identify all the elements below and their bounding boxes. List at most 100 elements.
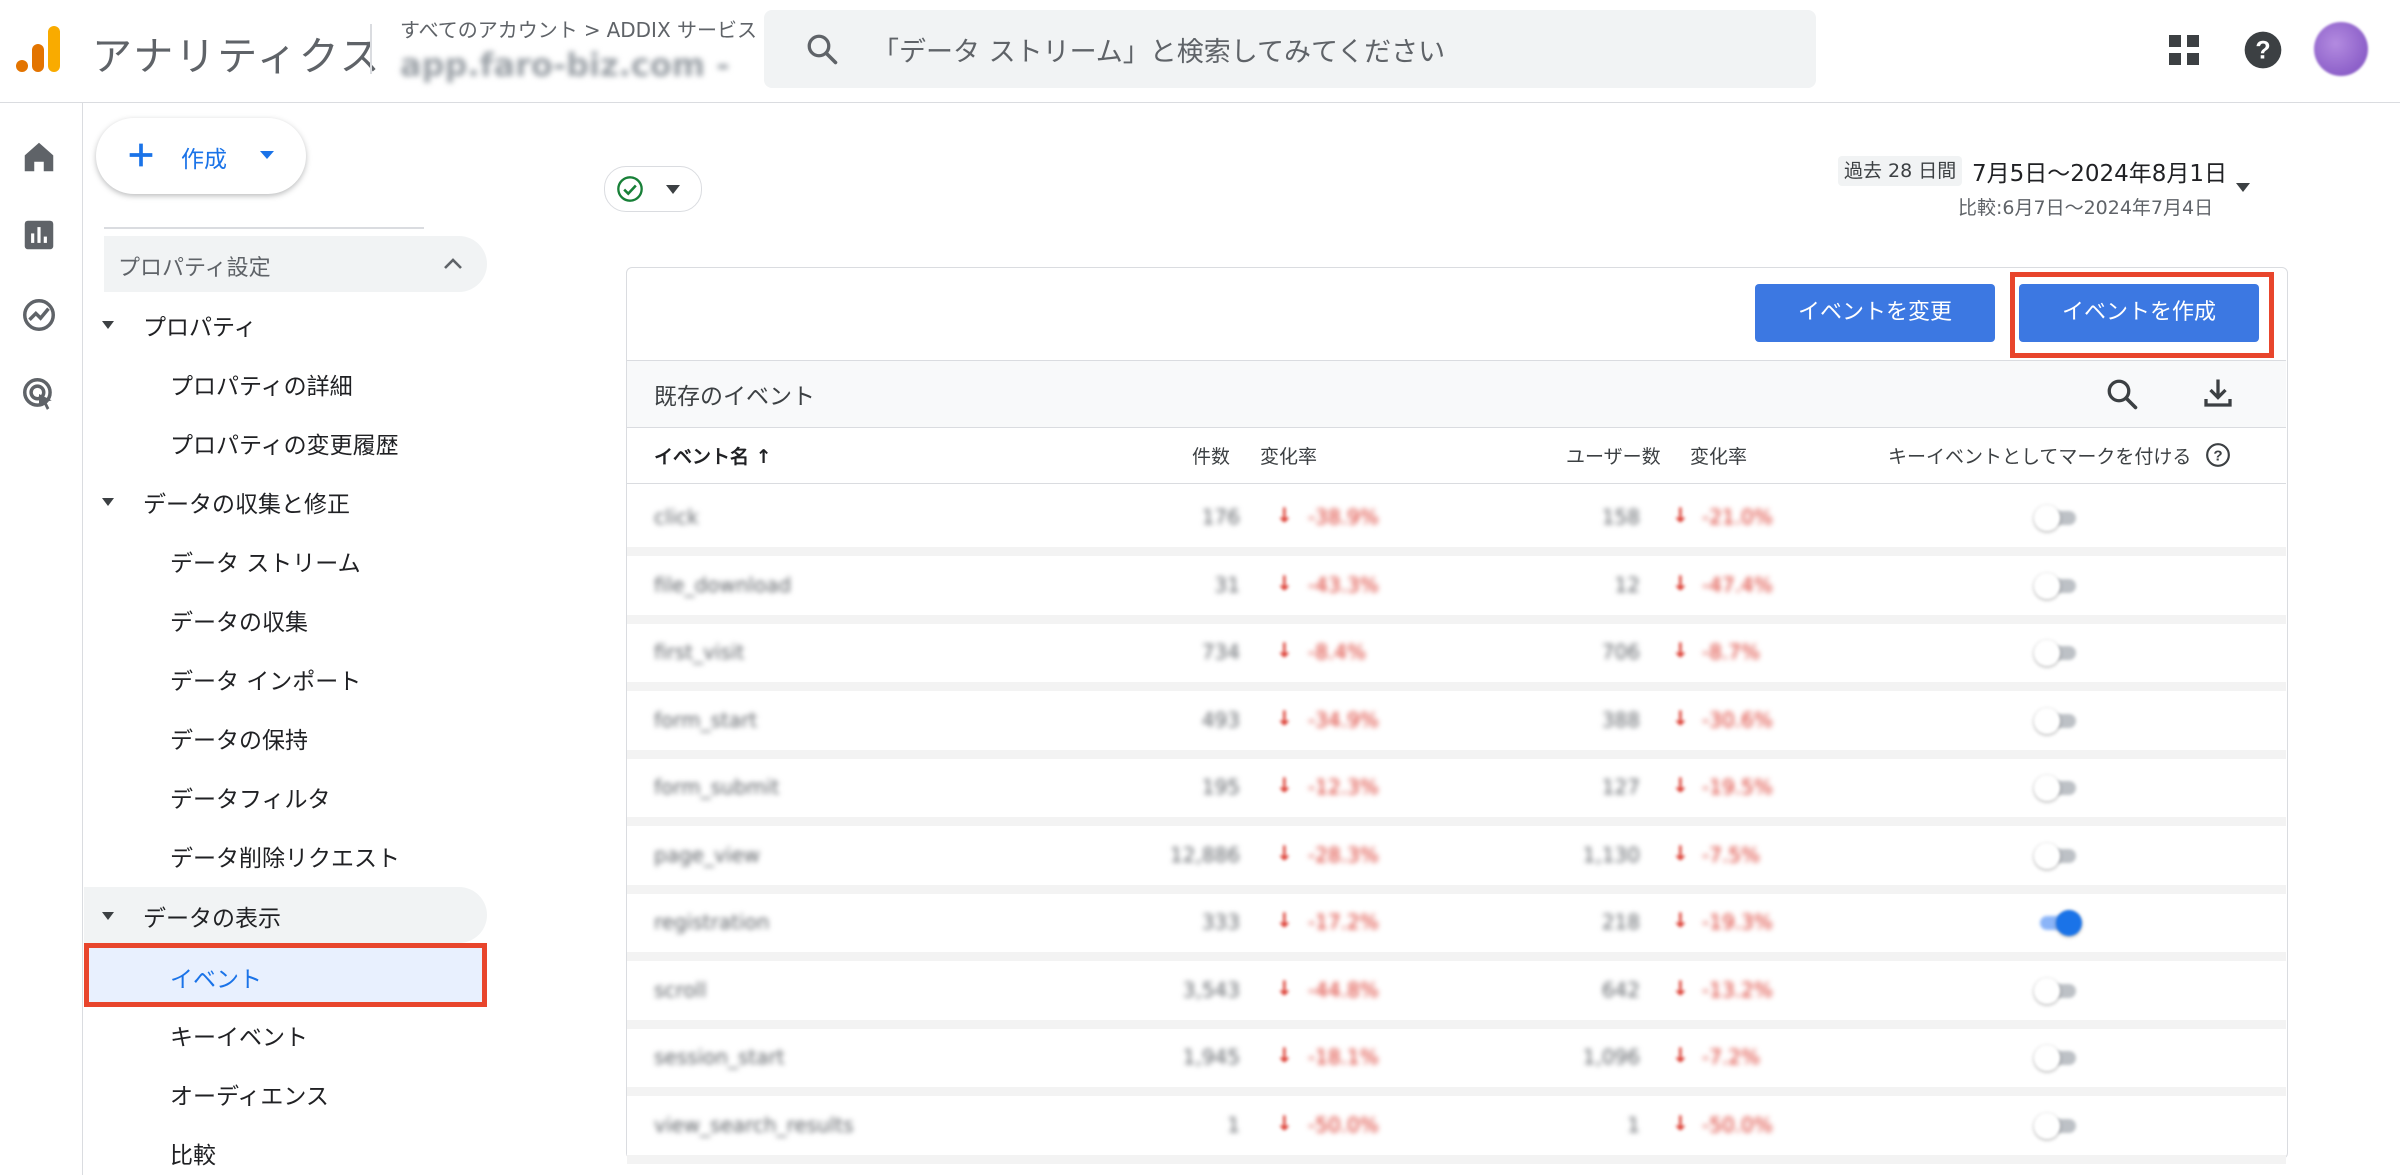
nav-item-data-deletion[interactable]: データ削除リクエスト <box>170 839 400 873</box>
existing-events-header <box>627 360 2286 428</box>
caret-down-icon[interactable] <box>102 321 114 329</box>
arrow-down-icon: ↓ <box>1276 1111 1293 1135</box>
toggle-thumb <box>2034 843 2060 869</box>
event-name-cell: first_visit <box>654 640 745 664</box>
help-icon[interactable]: ? <box>2243 30 2283 70</box>
event-name-cell: scroll <box>654 978 707 1002</box>
apps-grid-icon[interactable] <box>2166 32 2202 68</box>
breadcrumb-service[interactable]: ADDIX サービス <box>607 18 757 42</box>
nav-item-property-history[interactable]: プロパティの変更履歴 <box>170 426 399 460</box>
nav-item-data-streams[interactable]: データ ストリーム <box>170 544 361 578</box>
date-period-badge: 過去 28 日間 <box>1838 156 1963 186</box>
nav-item-events[interactable]: イベント <box>170 960 262 994</box>
column-header-change-users[interactable]: 変化率 <box>1690 442 1747 469</box>
nav-item-audiences[interactable]: オーディエンス <box>170 1077 329 1111</box>
key-event-toggle[interactable] <box>2034 639 2082 667</box>
advertising-icon[interactable] <box>20 375 58 413</box>
nav-group-data-collection[interactable]: データの収集と修正 <box>143 485 350 519</box>
users-cell: 642 <box>1601 978 1640 1002</box>
change-users-cell: -7.5% <box>1702 843 1761 867</box>
key-event-toggle[interactable] <box>2034 1044 2082 1072</box>
key-event-toggle[interactable] <box>2034 909 2082 937</box>
arrow-down-icon: ↓ <box>1672 773 1689 797</box>
arrow-down-icon: ↓ <box>1276 773 1293 797</box>
property-selector[interactable]: app.faro-biz.com - <box>400 46 730 84</box>
analytics-logo-icon[interactable] <box>14 24 62 74</box>
count-cell: 1,945 <box>1182 1045 1240 1069</box>
caret-down-icon[interactable] <box>102 498 114 506</box>
column-header-users[interactable]: ユーザー数 <box>1566 442 1661 469</box>
toggle-thumb <box>2056 910 2082 936</box>
arrow-down-icon: ↓ <box>1276 1043 1293 1067</box>
users-cell: 1,130 <box>1582 843 1640 867</box>
caret-down-icon <box>260 151 274 159</box>
caret-down-icon[interactable] <box>2236 183 2250 192</box>
key-event-toggle[interactable] <box>2034 774 2082 802</box>
change-users-cell: -19.5% <box>1702 775 1773 799</box>
property-settings-label: プロパティ設定 <box>118 256 271 281</box>
key-event-toggle[interactable] <box>2034 977 2082 1005</box>
change-count-cell: -8.4% <box>1308 640 1367 664</box>
count-cell: 12,886 <box>1170 843 1240 867</box>
event-name-cell: click <box>654 505 699 529</box>
reports-icon[interactable] <box>20 216 58 254</box>
key-event-toggle[interactable] <box>2034 1112 2082 1140</box>
search-icon[interactable] <box>2104 376 2140 412</box>
breadcrumb[interactable]: すべてのアカウント > ADDIX サービス <box>400 14 757 43</box>
key-event-toggle[interactable] <box>2034 842 2082 870</box>
breadcrumb-account[interactable]: すべてのアカウント <box>400 18 578 42</box>
change-count-cell: -28.3% <box>1308 843 1379 867</box>
chevron-up-icon[interactable] <box>442 256 464 270</box>
download-icon[interactable] <box>2200 375 2236 411</box>
nav-group-property[interactable]: プロパティ <box>143 308 257 342</box>
help-icon[interactable]: ? <box>2205 442 2231 468</box>
nav-item-property-details[interactable]: プロパティの詳細 <box>170 367 353 401</box>
nav-item-key-events[interactable]: キーイベント <box>170 1018 308 1052</box>
search-placeholder[interactable]: 「データ ストリーム」と検索してみてください <box>872 30 1445 69</box>
date-range[interactable]: 7月5日〜2024年8月1日 <box>1972 154 2227 188</box>
count-cell: 1 <box>1227 1113 1240 1137</box>
change-count-cell: -38.9% <box>1308 505 1379 529</box>
nav-group-data-display[interactable]: データの表示 <box>143 899 281 933</box>
caret-down-icon[interactable] <box>102 912 114 920</box>
avatar[interactable] <box>2314 22 2368 76</box>
column-header-change-count[interactable]: 変化率 <box>1260 442 1317 469</box>
sidebar-divider <box>104 227 424 229</box>
arrow-down-icon: ↓ <box>1672 503 1689 527</box>
modify-event-button[interactable]: イベントを変更 <box>1755 284 1995 342</box>
toggle-thumb <box>2034 505 2060 531</box>
nav-item-data-import[interactable]: データ インポート <box>170 662 361 696</box>
create-event-button[interactable]: イベントを作成 <box>2019 284 2259 342</box>
event-name-header-label: イベント名 <box>654 446 750 468</box>
count-cell: 734 <box>1201 640 1240 664</box>
event-name-cell: page_view <box>654 843 761 867</box>
nav-item-events-highlight[interactable] <box>84 943 487 1007</box>
nav-item-comparisons[interactable]: 比較 <box>170 1136 216 1170</box>
count-cell: 195 <box>1201 775 1240 799</box>
change-count-cell: -50.0% <box>1308 1113 1379 1137</box>
nav-item-data-collection[interactable]: データの収集 <box>170 603 308 637</box>
arrow-down-icon: ↓ <box>1672 976 1689 1000</box>
title-divider <box>370 24 372 74</box>
count-cell: 493 <box>1201 708 1240 732</box>
users-cell: 1,096 <box>1582 1045 1640 1069</box>
change-count-cell: -34.9% <box>1308 708 1379 732</box>
explore-icon[interactable] <box>20 296 58 334</box>
users-cell: 1 <box>1627 1113 1640 1137</box>
arrow-down-icon: ↓ <box>1276 571 1293 595</box>
column-header-event-name[interactable]: イベント名 ↑ <box>654 442 772 469</box>
users-cell: 706 <box>1601 640 1640 664</box>
toggle-thumb <box>2034 573 2060 599</box>
nav-item-data-retention[interactable]: データの保持 <box>170 721 308 755</box>
column-header-count[interactable]: 件数 <box>1192 442 1230 469</box>
toggle-thumb <box>2034 1045 2060 1071</box>
home-icon[interactable] <box>20 138 58 176</box>
app-title: アナリティクス <box>92 34 382 80</box>
key-event-toggle[interactable] <box>2034 707 2082 735</box>
nav-item-data-filters[interactable]: データフィルタ <box>170 780 331 814</box>
arrow-down-icon: ↓ <box>1672 571 1689 595</box>
key-event-toggle[interactable] <box>2034 572 2082 600</box>
compare-range[interactable]: 比較:6月7日〜2024年7月4日 <box>1958 193 2213 220</box>
create-label: 作成 <box>181 147 227 173</box>
key-event-toggle[interactable] <box>2034 504 2082 532</box>
